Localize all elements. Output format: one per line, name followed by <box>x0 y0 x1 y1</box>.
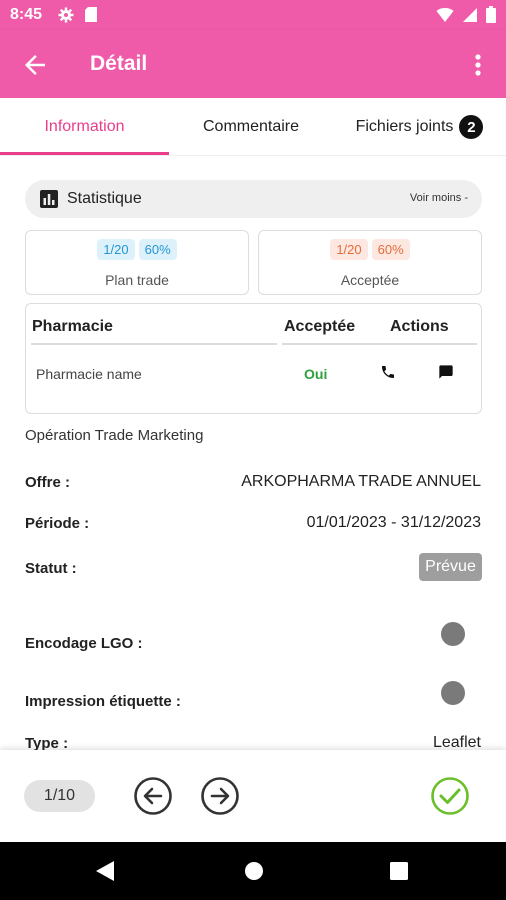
header-divider <box>365 343 477 345</box>
plan-trade-card: 1/20 60% Plan trade <box>25 230 249 295</box>
sd-card-icon <box>84 6 98 28</box>
acceptee-value: Oui <box>304 366 328 382</box>
system-home-icon[interactable] <box>244 861 264 886</box>
more-vert-icon <box>475 54 481 76</box>
tab-information[interactable]: Information <box>0 98 169 156</box>
encodage-lgo-indicator <box>441 622 465 646</box>
status-time: 8:45 <box>10 6 43 23</box>
bar-chart-icon <box>40 190 58 213</box>
acceptee-card: 1/20 60% Acceptée <box>258 230 482 295</box>
tab-fichiers-joints[interactable]: Fichiers joints 2 <box>333 98 506 156</box>
arrow-left-icon <box>25 55 45 75</box>
system-back-icon[interactable] <box>96 861 114 886</box>
confirm-button[interactable] <box>430 776 470 816</box>
system-recents-icon[interactable] <box>390 862 408 885</box>
statut-badge: Prévue <box>419 553 482 581</box>
periode-label: Période : <box>25 515 90 532</box>
acceptee-percent: 60% <box>371 239 410 260</box>
impression-etiquette-label: Impression étiquette : <box>25 693 181 710</box>
offre-value: ARKOPHARMA TRADE ANNUEL <box>241 473 481 490</box>
acceptee-count: 1/20 <box>330 239 368 260</box>
pharmacie-table: Pharmacie Acceptée Actions Pharmacie nam… <box>25 303 482 414</box>
more-options-button[interactable] <box>468 50 488 80</box>
tab-commentaire[interactable]: Commentaire <box>169 98 333 156</box>
tab-bar: Information Commentaire Fichiers joints … <box>0 98 506 156</box>
voir-moins-button[interactable]: Voir moins - <box>410 192 468 204</box>
encodage-lgo-label: Encodage LGO : <box>25 635 143 652</box>
check-circle-icon <box>431 777 469 815</box>
plan-trade-percent: 60% <box>138 239 177 260</box>
app-bar: Détail <box>0 30 506 98</box>
statistique-header: Statistique Voir moins - <box>25 180 482 218</box>
offre-label: Offre : <box>25 474 70 491</box>
page-title: Détail <box>90 52 148 75</box>
plan-trade-label: Plan trade <box>105 272 169 288</box>
tab-commentaire-label: Commentaire <box>202 118 300 135</box>
settings-icon <box>58 7 74 28</box>
pharmacie-name: Pharmacie name <box>36 366 142 382</box>
attachment-count-badge: 2 <box>459 115 484 139</box>
message-icon[interactable] <box>438 364 454 385</box>
system-navigation-bar <box>0 842 506 900</box>
page-indicator: 1/10 <box>24 780 95 812</box>
column-header-actions: Actions <box>390 318 449 335</box>
bottom-navigation-bar: 1/10 <box>0 750 506 842</box>
wifi-icon <box>436 7 454 28</box>
section-title: Opération Trade Marketing <box>25 427 204 444</box>
arrow-right-circle-icon <box>201 777 239 815</box>
signal-icon <box>462 7 478 28</box>
battery-icon <box>486 6 496 28</box>
acceptee-label: Acceptée <box>340 272 400 288</box>
active-tab-indicator <box>0 152 169 155</box>
status-bar: 8:45 <box>0 0 506 30</box>
column-header-pharmacie: Pharmacie <box>32 318 113 335</box>
statut-label: Statut : <box>25 560 77 577</box>
phone-icon[interactable] <box>380 364 396 385</box>
back-button[interactable] <box>20 50 50 80</box>
header-divider <box>31 343 277 345</box>
plan-trade-count: 1/20 <box>97 239 135 260</box>
tab-information-label: Information <box>44 118 125 135</box>
previous-button[interactable] <box>133 776 173 816</box>
next-button[interactable] <box>200 776 240 816</box>
column-header-acceptee: Acceptée <box>284 318 356 335</box>
arrow-left-circle-icon <box>134 777 172 815</box>
impression-etiquette-indicator <box>441 681 465 705</box>
statistique-title: Statistique <box>67 190 142 207</box>
tab-fichiers-joints-label: Fichiers joints <box>355 118 454 135</box>
periode-value: 01/01/2023 - 31/12/2023 <box>306 514 481 531</box>
